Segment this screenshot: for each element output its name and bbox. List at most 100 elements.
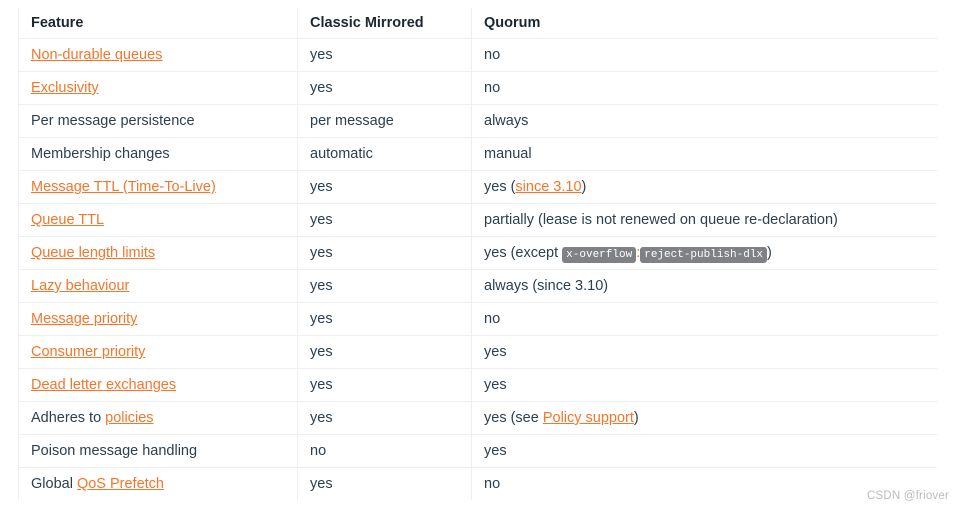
table-row: Queue TTL yes partially (lease is not rene… bbox=[18, 203, 937, 237]
feature-1-link[interactable]: Exclusivity bbox=[31, 80, 99, 96]
quorum-13-text: no bbox=[484, 476, 501, 492]
quorum-11-suffix: ) bbox=[633, 410, 639, 426]
table-row: Exclusivity yes no bbox=[18, 71, 937, 105]
cell-feature: Global QoS Prefetch bbox=[18, 467, 298, 500]
page-root: Feature Classic Mirrored Quorum Non-dura… bbox=[0, 0, 967, 509]
cell-quorum: yes bbox=[471, 335, 937, 369]
quorum-11-link[interactable]: Policy support bbox=[543, 410, 634, 426]
quorum-6-code-badge-b: reject-publish-dlx bbox=[640, 246, 768, 263]
classic-4-text: yes bbox=[310, 179, 333, 195]
feature-7-link[interactable]: Lazy behaviour bbox=[31, 278, 129, 294]
classic-13-text: yes bbox=[310, 476, 333, 492]
cell-classic-mirrored: yes bbox=[297, 170, 472, 204]
classic-3-text: automatic bbox=[310, 146, 373, 162]
quorum-4-suffix: ) bbox=[581, 179, 587, 195]
cell-classic-mirrored: yes bbox=[297, 269, 472, 303]
classic-9-text: yes bbox=[310, 344, 333, 360]
cell-feature: Lazy behaviour bbox=[18, 269, 298, 303]
cell-feature: Consumer priority bbox=[18, 335, 298, 369]
quorum-8-text: no bbox=[484, 311, 501, 327]
feature-2-text: Per message persistence bbox=[31, 113, 195, 129]
feature-3-text: Membership changes bbox=[31, 146, 170, 162]
cell-feature: Non-durable queues bbox=[18, 38, 298, 72]
column-header-feature: Feature bbox=[18, 8, 298, 39]
cell-feature: Queue length limits bbox=[18, 236, 298, 270]
feature-11-link[interactable]: policies bbox=[105, 410, 153, 426]
cell-classic-mirrored: per message bbox=[297, 104, 472, 138]
feature-12-text: Poison message handling bbox=[31, 443, 198, 459]
feature-5-link[interactable]: Queue TTL bbox=[31, 212, 104, 228]
watermark: CSDN @friover bbox=[866, 490, 949, 502]
table-header-row: Feature Classic Mirrored Quorum bbox=[18, 8, 937, 39]
classic-1-text: yes bbox=[310, 80, 333, 96]
cell-feature: Dead letter exchanges bbox=[18, 368, 298, 402]
cell-classic-mirrored: yes bbox=[297, 467, 472, 500]
feature-0-link[interactable]: Non-durable queues bbox=[31, 47, 162, 63]
cell-quorum: yes bbox=[471, 434, 937, 468]
quorum-4-link[interactable]: since 3.10 bbox=[515, 179, 581, 195]
classic-5-text: yes bbox=[310, 212, 333, 228]
feature-13-prefix: Global bbox=[31, 476, 77, 492]
classic-2-text: per message bbox=[310, 113, 394, 129]
cell-classic-mirrored: yes bbox=[297, 38, 472, 72]
table-row: Lazy behaviour yes always (since 3.10) bbox=[18, 269, 937, 303]
feature-8-link[interactable]: Message priority bbox=[31, 311, 137, 327]
quorum-2-text: always bbox=[484, 113, 529, 129]
cell-quorum: no bbox=[471, 302, 937, 336]
cell-classic-mirrored: yes bbox=[297, 368, 472, 402]
table-row: Queue length limits yes yes (except x-over… bbox=[18, 236, 937, 270]
classic-8-text: yes bbox=[310, 311, 333, 327]
cell-feature: Per message persistence bbox=[18, 104, 298, 138]
classic-12-text: no bbox=[310, 443, 327, 459]
quorum-4-prefix: yes ( bbox=[484, 179, 516, 195]
column-header-classic-mirrored: Classic Mirrored bbox=[297, 8, 472, 39]
table-row: Per message persistence per message always bbox=[18, 104, 937, 138]
quorum-9-text: yes bbox=[484, 344, 507, 360]
feature-10-link[interactable]: Dead letter exchanges bbox=[31, 377, 176, 393]
feature-6-link[interactable]: Queue length limits bbox=[31, 245, 155, 261]
classic-11-text: yes bbox=[310, 410, 333, 426]
quorum-10-text: yes bbox=[484, 377, 507, 393]
quorum-5-text: partially (lease is not renewed on queue… bbox=[484, 212, 838, 228]
table-header: Feature Classic Mirrored Quorum bbox=[18, 8, 937, 39]
cell-classic-mirrored: no bbox=[297, 434, 472, 468]
queue-type-comparison-table: Feature Classic Mirrored Quorum Non-dura… bbox=[18, 8, 937, 500]
quorum-6-suffix: ) bbox=[767, 244, 772, 261]
cell-quorum: partially (lease is not renewed on queue… bbox=[471, 203, 937, 237]
cell-classic-mirrored: yes bbox=[297, 71, 472, 105]
cell-classic-mirrored: yes bbox=[297, 236, 472, 270]
cell-quorum: yes bbox=[471, 368, 937, 402]
cell-quorum: no bbox=[471, 38, 937, 72]
quorum-11-prefix: yes (see bbox=[484, 410, 543, 426]
table-row: Consumer priority yes yes bbox=[18, 335, 937, 369]
cell-classic-mirrored: yes bbox=[297, 302, 472, 336]
cell-quorum: always bbox=[471, 104, 937, 138]
cell-feature: Adheres to policies bbox=[18, 401, 298, 435]
classic-10-text: yes bbox=[310, 377, 333, 393]
table-row: Message priority yes no bbox=[18, 302, 937, 336]
cell-feature: Message TTL (Time-To-Live) bbox=[18, 170, 298, 204]
quorum-1-text: no bbox=[484, 80, 501, 96]
feature-4-link[interactable]: Message TTL (Time-To-Live) bbox=[31, 179, 216, 195]
cell-feature: Exclusivity bbox=[18, 71, 298, 105]
quorum-6-prefix: yes (except bbox=[484, 244, 563, 261]
table-body: Non-durable queues yes no Exclusivity yes no P… bbox=[18, 38, 937, 500]
cell-classic-mirrored: automatic bbox=[297, 137, 472, 171]
cell-feature: Poison message handling bbox=[18, 434, 298, 468]
table-row: Poison message handling no yes bbox=[18, 434, 937, 468]
cell-classic-mirrored: yes bbox=[297, 203, 472, 237]
quorum-0-text: no bbox=[484, 47, 501, 63]
cell-quorum: yes (see Policy support) bbox=[471, 401, 937, 435]
table-row: Dead letter exchanges yes yes bbox=[18, 368, 937, 402]
table-row: Message TTL (Time-To-Live) yes yes (since … bbox=[18, 170, 937, 204]
classic-7-text: yes bbox=[310, 278, 333, 294]
quorum-3-text: manual bbox=[484, 146, 532, 162]
feature-9-link[interactable]: Consumer priority bbox=[31, 344, 145, 360]
table-row: Adheres to policies yes yes (see Policy su… bbox=[18, 401, 937, 435]
classic-0-text: yes bbox=[310, 47, 333, 63]
cell-feature: Message priority bbox=[18, 302, 298, 336]
table-row: Global QoS Prefetch yes no bbox=[18, 467, 937, 500]
table-row: Non-durable queues yes no bbox=[18, 38, 937, 72]
feature-13-link[interactable]: QoS Prefetch bbox=[77, 476, 164, 492]
quorum-12-text: yes bbox=[484, 443, 507, 459]
